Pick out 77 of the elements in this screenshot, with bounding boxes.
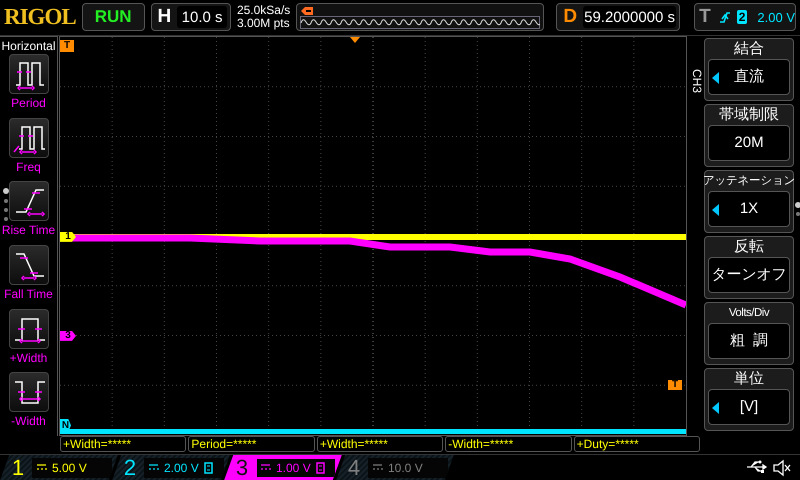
menu-item-title: アッテネーション xyxy=(703,174,795,189)
measure-label: Fall Time xyxy=(4,286,53,301)
menu-item[interactable]: 帯域制限 20M xyxy=(704,104,794,167)
measure-button[interactable] xyxy=(8,308,48,349)
usb-icon xyxy=(746,458,768,474)
trigger-source: 2 xyxy=(736,10,748,24)
menu-item-title: Volts/Div xyxy=(728,306,770,321)
measurement-readout: -Width=***** xyxy=(445,436,572,452)
memory-depth: 3.00M pts xyxy=(236,17,290,30)
position-marker-icon xyxy=(300,6,314,16)
channel-number: 4 xyxy=(346,454,362,480)
menu-value: [V] xyxy=(708,388,790,425)
menu-item-title: 単位 xyxy=(734,368,764,389)
run-status[interactable]: RUN xyxy=(82,3,145,32)
measure-button[interactable] xyxy=(8,118,48,158)
channel-tab[interactable]: 3 1.00 V xyxy=(224,454,342,480)
menu-value: 直流 xyxy=(708,58,790,95)
channel-marker: 1 xyxy=(60,232,76,242)
trigger-position-marker: T xyxy=(60,40,74,52)
timebase-label: H xyxy=(156,6,172,28)
menu-item[interactable]: アッテネーション 1X xyxy=(704,170,794,233)
measure-button[interactable] xyxy=(8,244,48,285)
menu-item[interactable]: 反転 ターンオフ xyxy=(704,236,794,299)
channel-tab[interactable]: 1 5.00 V xyxy=(0,454,118,480)
trigger-label: T xyxy=(698,6,712,28)
channel-tab[interactable]: 4 10.0 V xyxy=(336,454,454,480)
menu-item[interactable]: 結合 直流 xyxy=(704,38,794,101)
measure-label: -Width xyxy=(11,414,46,428)
memory-waveform-icon xyxy=(300,16,540,30)
channel-marker: N xyxy=(60,418,71,432)
measure-button[interactable] xyxy=(8,181,48,222)
menu-title: Horizontal xyxy=(1,38,56,54)
trigger-level: 2.00 V xyxy=(757,10,795,25)
dc-coupling-icon xyxy=(149,464,159,471)
channel-tab[interactable]: 2 2.00 V xyxy=(112,454,230,480)
menu-value: ターンオフ xyxy=(708,256,790,293)
measure-label: Period xyxy=(11,96,46,110)
menu-value: 粗 調 xyxy=(708,322,790,359)
trigger-position-icon xyxy=(350,36,360,43)
scale-value: 1.00 V xyxy=(276,460,311,474)
measurement-readout: +Width=***** xyxy=(316,436,444,452)
menu-value: 1X xyxy=(708,190,790,227)
delay-value: 59.2000000 s xyxy=(583,6,676,28)
page-dots-icon xyxy=(2,186,10,222)
trigger-level-marker: T xyxy=(668,380,682,390)
menu-item-title: 帯域制限 xyxy=(719,104,779,125)
measure-label: +Width xyxy=(10,350,48,365)
scale-value: 5.00 V xyxy=(52,460,87,474)
measure-button[interactable] xyxy=(8,54,48,94)
measurement-readout: +Duty=***** xyxy=(574,436,700,452)
dc-coupling-icon xyxy=(373,464,383,471)
measure-label: Freq xyxy=(16,160,41,174)
menu-item[interactable]: Volts/Div 粗 調 xyxy=(704,302,794,365)
channel-number: 2 xyxy=(122,454,138,480)
channel-number: 1 xyxy=(10,454,26,480)
measurement-readout: Period=***** xyxy=(188,436,315,452)
measurement-readout: +Width=***** xyxy=(60,436,186,452)
sample-rate: 25.0kSa/s xyxy=(236,4,290,18)
rising-edge-icon xyxy=(718,11,731,24)
channel-marker: 3 xyxy=(60,330,76,341)
page-dots-icon xyxy=(794,200,800,217)
delay-label: D xyxy=(562,6,578,28)
timebase-value: 10.0 s xyxy=(177,6,227,28)
menu-item-title: 結合 xyxy=(734,38,764,59)
menu-value: 20M xyxy=(708,124,790,161)
brand-logo: RIGOL xyxy=(4,3,76,32)
dc-coupling-icon xyxy=(261,464,271,471)
channel-number: 3 xyxy=(234,454,250,480)
speaker-muted-icon xyxy=(772,458,792,476)
scale-value: 10.0 V xyxy=(388,460,423,474)
dc-coupling-icon xyxy=(37,464,47,471)
menu-item[interactable]: 単位 [V] xyxy=(704,368,794,431)
scale-value: 2.00 V xyxy=(164,460,199,474)
measure-button[interactable] xyxy=(8,372,48,412)
menu-item-title: 反転 xyxy=(734,236,764,257)
measure-label: Rise Time xyxy=(2,223,56,238)
channel-label: CH3 xyxy=(690,68,704,93)
